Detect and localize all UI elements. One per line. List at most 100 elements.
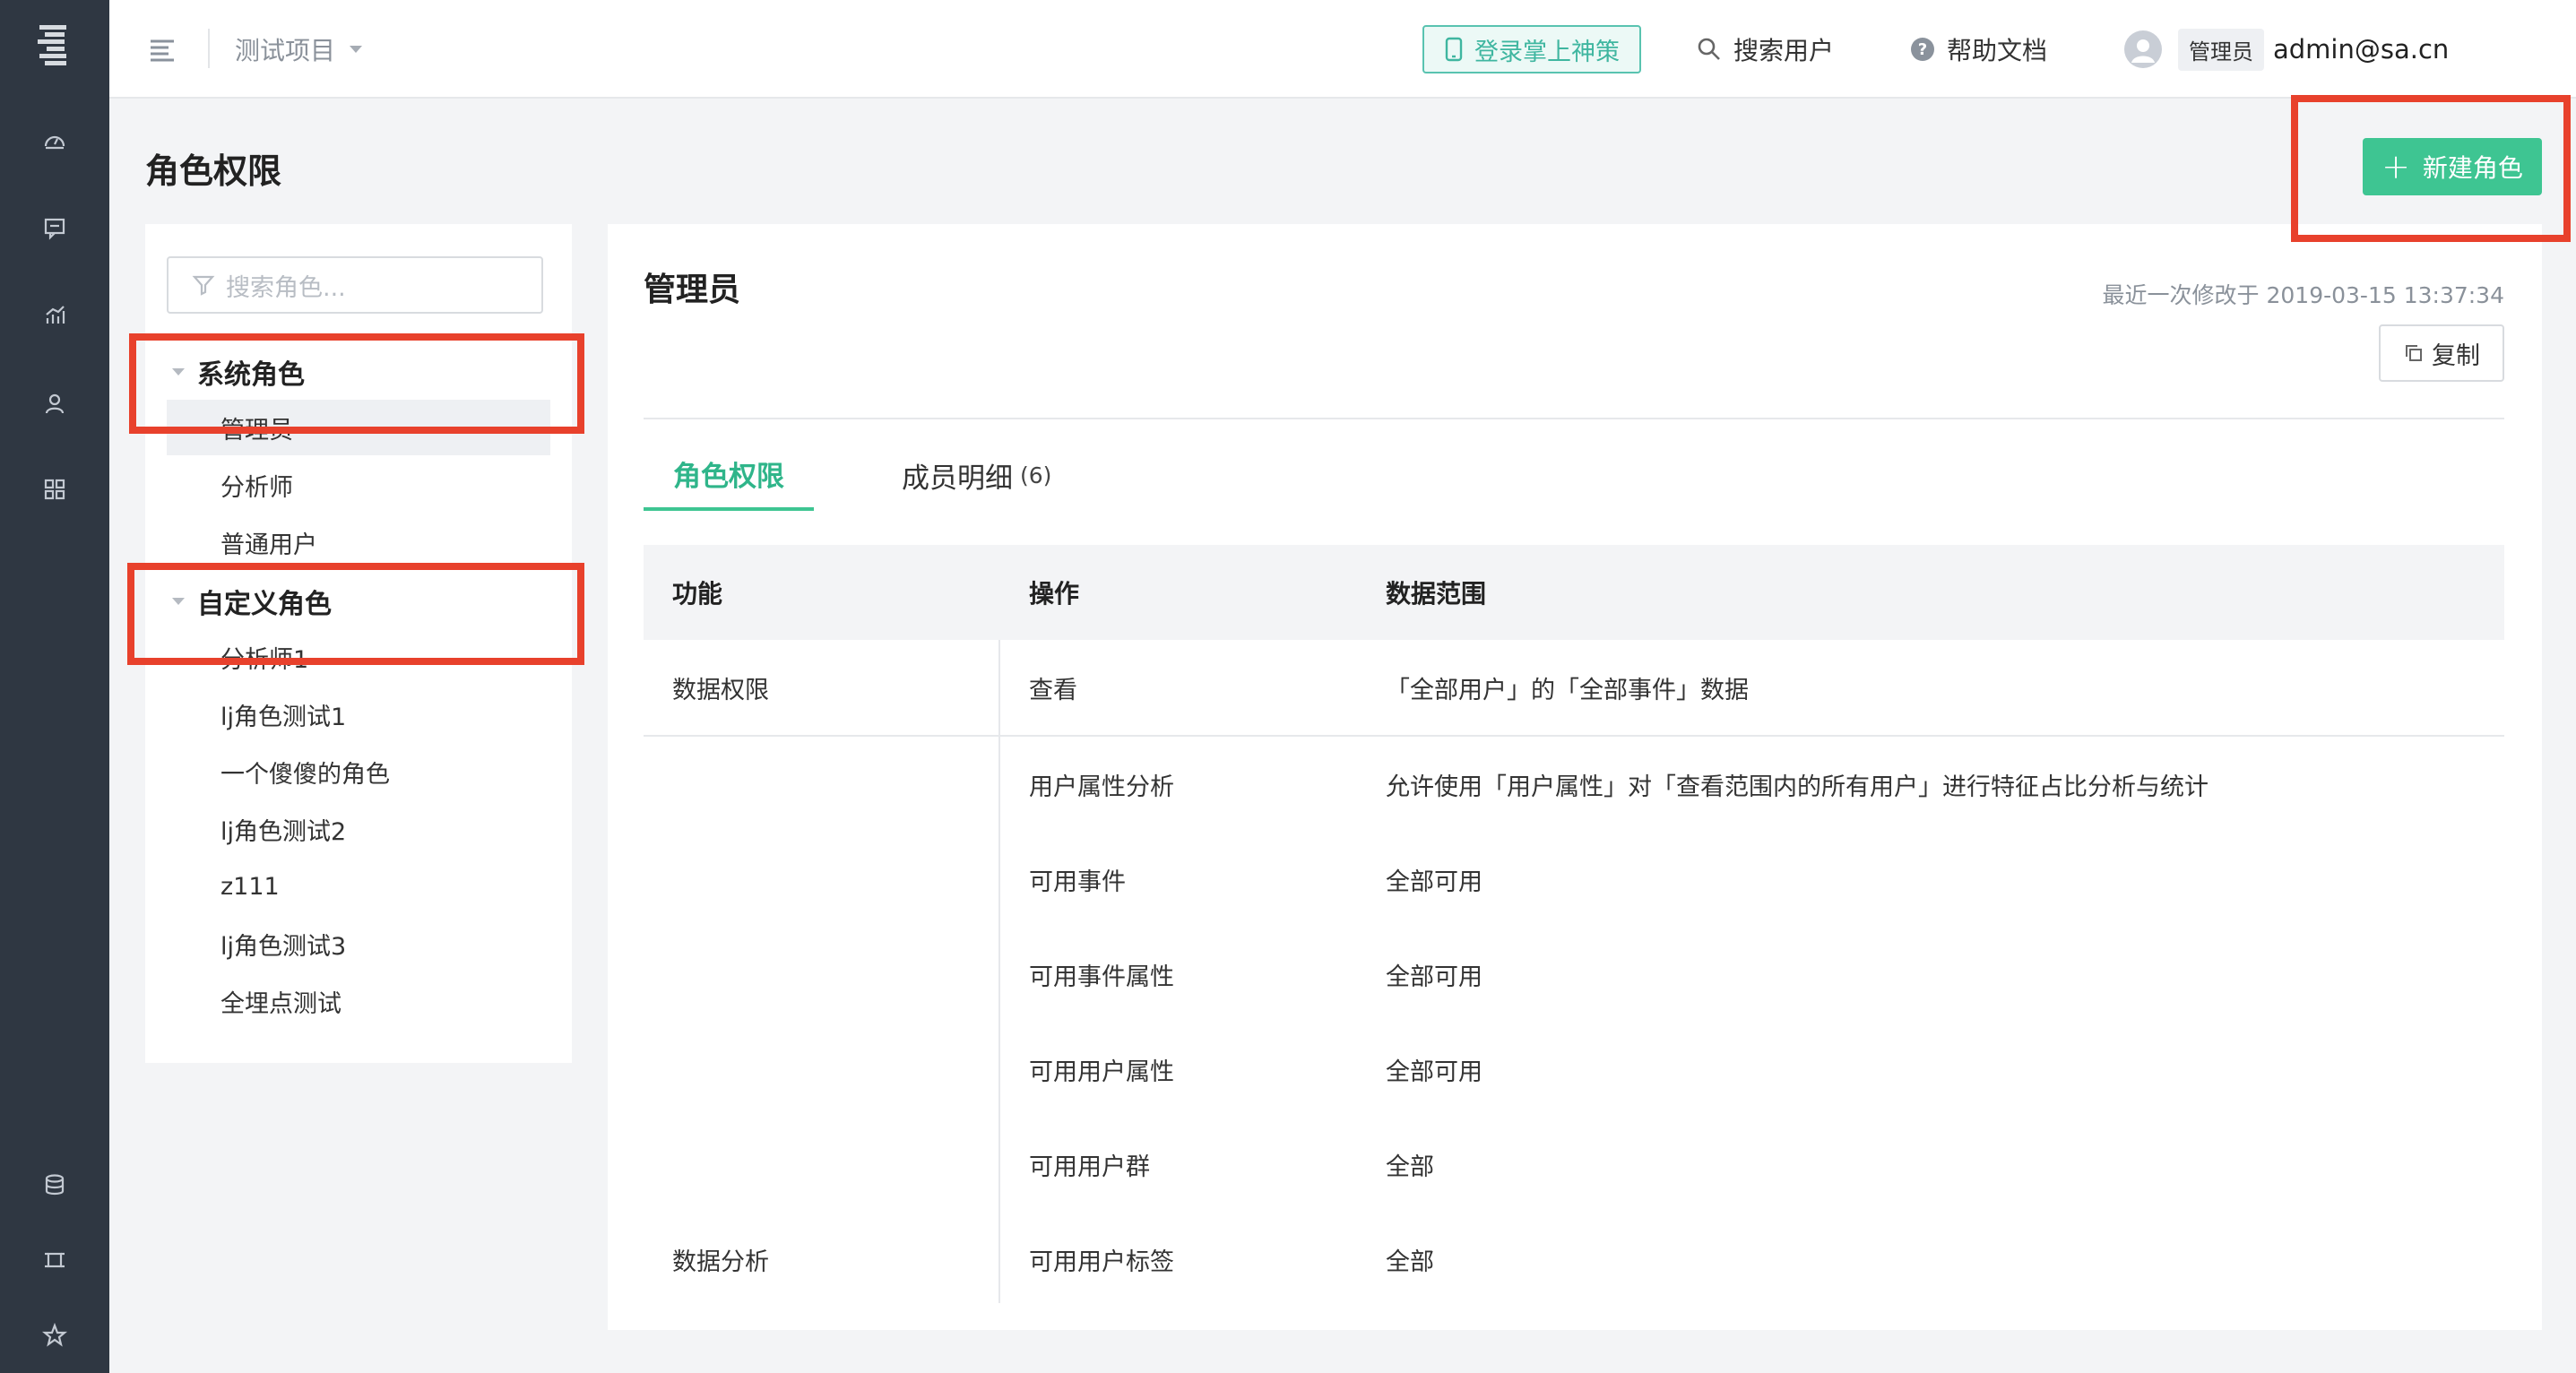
role-item[interactable]: z111 — [167, 859, 550, 914]
cell-scope: 全部 — [1386, 1248, 1434, 1276]
new-role-label: 新建角色 — [2422, 153, 2523, 183]
tab-label: 角色权限 — [673, 460, 784, 493]
cell-operation: 可用事件属性 — [1029, 963, 1174, 991]
role-item[interactable]: lj角色测试2 — [167, 801, 550, 857]
mobile-login-button[interactable]: 登录掌上神策 — [1422, 25, 1641, 73]
tab-member-details[interactable]: 成员明细 (6) — [902, 439, 1051, 511]
logo-icon[interactable] — [27, 20, 82, 75]
user-menu[interactable]: 管理员 admin@sa.cn — [2124, 27, 2449, 72]
role-item[interactable]: lj角色测试1 — [167, 686, 550, 742]
dashboard-icon[interactable] — [37, 124, 73, 160]
copy-label: 复制 — [2432, 341, 2480, 370]
table-row: 可用事件 全部可用 — [644, 832, 2504, 927]
project-selector[interactable]: 测试项目 — [235, 29, 363, 70]
role-item-label: lj角色测试3 — [220, 932, 347, 961]
star-icon[interactable] — [37, 1317, 73, 1353]
top-bar: 测试项目 登录掌上神策 搜索用户 ? 帮助文档 管理员 admin@sa.cn — [109, 0, 2576, 99]
header-scope: 数据范围 — [1386, 579, 1487, 609]
role-item-label: 普通用户 — [220, 531, 317, 559]
cell-operation: 可用用户标签 — [1029, 1248, 1174, 1276]
avatar-icon — [2124, 30, 2162, 68]
column-divider — [998, 640, 1000, 735]
tab-role-permissions[interactable]: 角色权限 — [644, 439, 814, 511]
help-icon: ? — [1911, 38, 1934, 61]
page-title: 角色权限 — [145, 151, 282, 191]
permissions-table: 功能 操作 数据范围 数据权限 查看 「全部用户」的「全部事件」数据 用户属性分… — [644, 545, 2504, 1303]
user-email: admin@sa.cn — [2273, 34, 2450, 65]
cell-scope: 全部可用 — [1386, 963, 1482, 991]
role-item[interactable]: 一个傻傻的角色 — [167, 744, 550, 799]
role-search-placeholder: 搜索角色... — [226, 273, 346, 302]
search-icon — [1698, 38, 1720, 60]
role-item[interactable]: lj角色测试3 — [167, 916, 550, 971]
chevron-down-icon — [350, 46, 363, 53]
tab-label: 成员明细 — [902, 462, 1013, 495]
divider — [644, 418, 2504, 419]
role-item-label: 分析师1 — [220, 645, 309, 674]
role-item-label: lj角色测试1 — [220, 703, 347, 731]
cell-operation: 查看 — [1029, 676, 1077, 704]
role-item-label: 全埋点测试 — [220, 989, 341, 1018]
role-item-label: 一个傻傻的角色 — [220, 760, 390, 789]
menu-icon[interactable] — [147, 34, 177, 65]
plus-icon: + — [2382, 147, 2410, 186]
analytics-icon[interactable] — [37, 298, 73, 333]
role-item-analyst[interactable]: 分析师 — [167, 457, 550, 513]
caret-down-icon — [172, 598, 185, 605]
new-role-button[interactable]: + 新建角色 — [2363, 138, 2542, 195]
group-system-roles[interactable]: 系统角色 — [172, 351, 305, 393]
role-item-normal-user[interactable]: 普通用户 — [167, 514, 550, 570]
table-header: 功能 操作 数据范围 — [644, 545, 2504, 640]
cell-operation: 可用用户属性 — [1029, 1058, 1174, 1086]
copy-button[interactable]: 复制 — [2379, 324, 2504, 382]
cell-scope: 全部可用 — [1386, 1058, 1482, 1086]
table-row: 数据分析 可用用户标签 全部 — [644, 1212, 2504, 1307]
cell-scope: 「全部用户」的「全部事件」数据 — [1386, 676, 1749, 704]
user-icon[interactable] — [37, 385, 73, 421]
role-item-label: lj角色测试2 — [220, 817, 347, 846]
svg-text:?: ? — [1918, 40, 1927, 59]
mobile-login-label: 登录掌上神策 — [1474, 38, 1620, 66]
cell-function: 数据分析 — [672, 1248, 769, 1276]
role-item[interactable]: 分析师1 — [167, 629, 550, 685]
role-search-input[interactable]: 搜索角色... — [167, 256, 543, 314]
cell-operation: 可用用户群 — [1029, 1153, 1150, 1181]
help-docs-label: 帮助文档 — [1947, 36, 2048, 65]
help-docs-link[interactable]: ? 帮助文档 — [1909, 29, 2047, 70]
group-custom-roles[interactable]: 自定义角色 — [172, 581, 332, 622]
role-item[interactable]: 全埋点测试 — [167, 973, 550, 1029]
apps-icon[interactable] — [37, 471, 73, 507]
table-row: 可用用户群 全部 — [644, 1117, 2504, 1212]
role-item-admin[interactable]: 管理员 — [167, 400, 550, 455]
table-row: 可用事件属性 全部可用 — [644, 927, 2504, 1022]
table-row: 数据权限 查看 「全部用户」的「全部事件」数据 — [644, 640, 2504, 735]
filter-icon — [192, 275, 215, 296]
role-item-label: 分析师 — [220, 473, 293, 502]
project-name: 测试项目 — [235, 36, 336, 65]
cell-scope: 允许使用「用户属性」对「查看范围内的所有用户」进行特征占比分析与统计 — [1386, 773, 2209, 801]
group-label: 自定义角色 — [197, 589, 332, 620]
chat-icon[interactable] — [37, 210, 73, 246]
role-detail-title: 管理员 — [644, 272, 741, 308]
copy-icon — [2406, 345, 2422, 361]
database-icon[interactable] — [37, 1167, 73, 1203]
cell-operation: 可用事件 — [1029, 868, 1126, 896]
user-role-badge: 管理员 — [2178, 28, 2264, 71]
role-item-label: 管理员 — [220, 416, 293, 445]
group-label: 系统角色 — [197, 359, 305, 391]
role-detail-panel: 管理员 最近一次修改于 2019-03-15 13:37:34 复制 角色权限 … — [608, 224, 2542, 1330]
cell-scope: 全部可用 — [1386, 868, 1482, 896]
roles-panel: 搜索角色... 系统角色 管理员 分析师 普通用户 自定义角色 分析师1 lj角… — [145, 224, 572, 1063]
header-function: 功能 — [672, 579, 723, 609]
left-nav-rail — [0, 0, 109, 1373]
phone-icon — [1445, 37, 1463, 62]
header-operation: 操作 — [1029, 579, 1080, 609]
last-modified-text: 最近一次修改于 2019-03-15 13:37:34 — [2102, 282, 2504, 308]
table-row: 可用用户属性 全部可用 — [644, 1022, 2504, 1117]
cell-function: 数据权限 — [672, 676, 769, 704]
frame-icon[interactable] — [37, 1242, 73, 1278]
role-item-label: z111 — [220, 872, 280, 901]
topbar-divider — [208, 29, 210, 68]
search-user-link[interactable]: 搜索用户 — [1696, 29, 1834, 70]
caret-down-icon — [172, 368, 185, 376]
